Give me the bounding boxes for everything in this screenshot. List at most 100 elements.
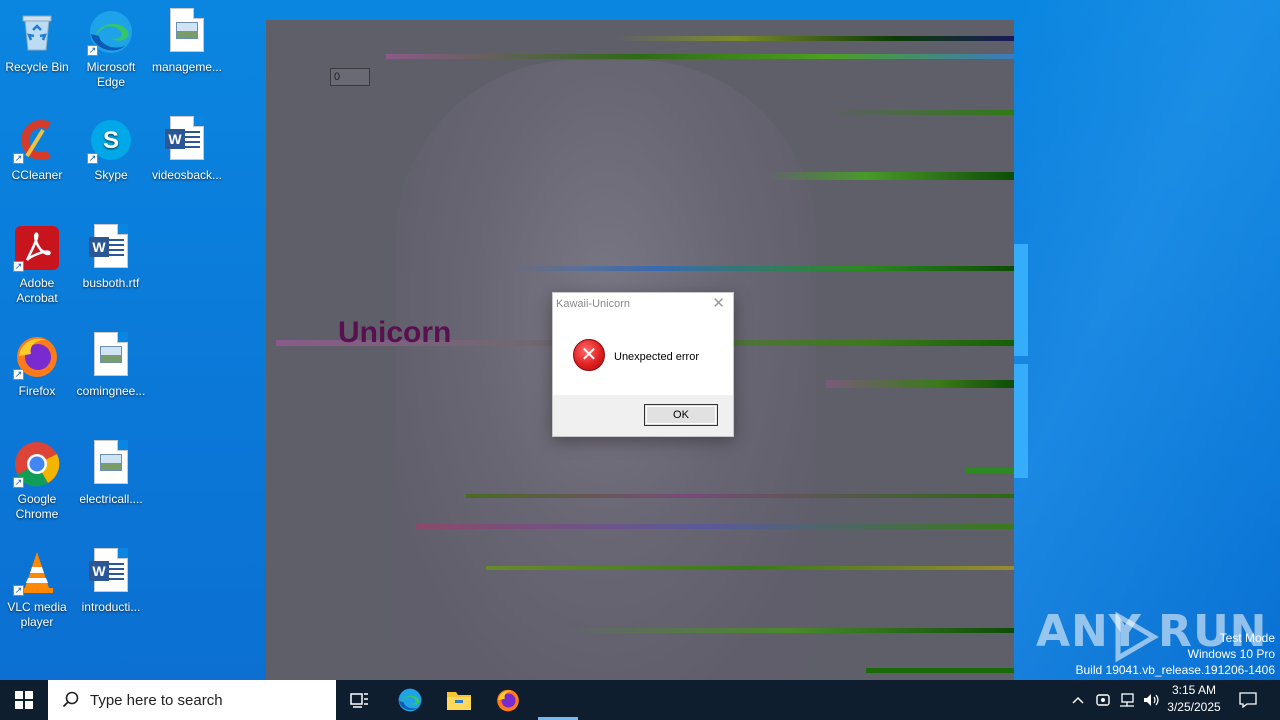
glitch-stripe <box>616 36 1014 41</box>
taskbar-firefox-button[interactable] <box>484 680 532 720</box>
shortcut-arrow-icon: ↗ <box>13 261 24 272</box>
desktop-icon-label: CCleaner <box>11 168 63 182</box>
system-info: Test Mode Windows 10 Pro Build 19041.vb_… <box>1076 630 1276 678</box>
desktop-icon-electricall[interactable]: electricall.... <box>73 440 149 507</box>
desktop-icon-firefox[interactable]: ↗ Firefox <box>0 332 75 399</box>
tray-security-button[interactable] <box>1092 680 1114 720</box>
desktop-icon-ccleaner[interactable]: ↗ CCleaner <box>0 116 75 183</box>
glitch-stripe <box>826 380 1014 388</box>
taskbar-search-box[interactable]: Type here to search <box>48 680 336 720</box>
glitch-stripe <box>566 628 1014 633</box>
app-title-text: Unicorn <box>338 316 452 349</box>
desktop-icon-label: Adobe Acrobat <box>16 276 58 305</box>
dialog-message: Unexpected error <box>614 351 699 363</box>
desktop-icon-microsoft-edge[interactable]: ↗ Microsoft Edge <box>73 8 149 90</box>
show-hidden-icons-button[interactable] <box>1066 680 1090 720</box>
start-button[interactable] <box>0 680 48 720</box>
glitch-stripe <box>506 266 1014 271</box>
vlc-cone-icon: ↗ <box>13 548 61 596</box>
notifications-button[interactable] <box>1232 680 1264 720</box>
desktop-icon-label: Skype <box>94 168 128 182</box>
build-label: Build 19041.vb_release.191206-1406 <box>1075 663 1276 677</box>
dialog-titlebar[interactable]: Kawaii-Unicorn ✕ <box>553 293 733 317</box>
dialog-title: Kawaii-Unicorn <box>556 298 630 310</box>
taskbar-file-explorer-button[interactable] <box>435 680 483 720</box>
google-chrome-icon: ↗ <box>13 440 61 488</box>
search-placeholder: Type here to search <box>90 691 223 709</box>
desktop-icon-adobe-acrobat[interactable]: ↗ Adobe Acrobat <box>0 224 75 306</box>
ok-button[interactable]: OK <box>644 404 718 426</box>
shortcut-arrow-icon: ↗ <box>13 369 24 380</box>
image-file-icon <box>87 332 135 380</box>
taskbar: Type here to search 3:15 AM 3/25/2025 <box>0 680 1280 720</box>
windows-edition-label: Windows 10 Pro <box>1187 647 1275 661</box>
word-document-icon: W <box>87 548 135 596</box>
desktop-icon-label: busboth.rtf <box>82 276 140 290</box>
desktop-icon-vlc[interactable]: ↗ VLC media player <box>0 548 75 630</box>
windows-logo-icon <box>15 691 33 709</box>
word-document-icon: W <box>87 224 135 272</box>
error-icon: ✕ <box>573 339 605 371</box>
shortcut-arrow-icon: ↗ <box>13 153 24 164</box>
folder-icon <box>447 692 471 710</box>
image-file-icon <box>87 440 135 488</box>
desktop-icon-label: videosback... <box>151 168 223 182</box>
glitch-stripe <box>386 54 1014 59</box>
firefox-icon <box>497 689 519 712</box>
desktop-icon-skype[interactable]: S ↗ Skype <box>73 116 149 183</box>
glitch-stripe <box>826 110 1014 115</box>
clock-date: 3/25/2025 <box>1167 700 1221 714</box>
desktop-icon-label: comingnee... <box>76 384 146 398</box>
glitch-stripe <box>966 468 1014 473</box>
glitch-stripe <box>466 494 1014 498</box>
speaker-icon <box>1144 694 1159 706</box>
tray-volume-button[interactable] <box>1140 680 1162 720</box>
desktop-icon-introducti[interactable]: W introducti... <box>73 548 149 615</box>
desktop-light-beam <box>1014 0 1280 680</box>
desktop-light-pane <box>1014 364 1028 478</box>
desktop-icon-label: Firefox <box>18 384 56 398</box>
tray-network-button[interactable] <box>1116 680 1138 720</box>
desktop-icon-google-chrome[interactable]: ↗ Google Chrome <box>0 440 75 522</box>
desktop-icon-label: introducti... <box>81 600 141 614</box>
glitch-stripe <box>416 524 1014 529</box>
image-file-icon <box>163 8 211 56</box>
desktop-icon-recycle-bin[interactable]: Recycle Bin <box>0 8 75 75</box>
error-dialog: Kawaii-Unicorn ✕ ✕ Unexpected error OK <box>552 292 734 437</box>
glitch-stripe <box>766 172 1014 180</box>
edge-icon <box>398 688 422 712</box>
taskbar-edge-button[interactable] <box>386 680 434 720</box>
desktop-icon-manageme[interactable]: manageme... <box>149 8 225 75</box>
desktop-icon-label: electricall.... <box>79 492 143 506</box>
app-counter-field[interactable]: 0 <box>330 68 370 86</box>
taskbar-clock[interactable]: 3:15 AM 3/25/2025 <box>1160 682 1228 716</box>
desktop-icon-label: Google Chrome <box>15 492 59 521</box>
desktop-icon-busboth[interactable]: W busboth.rtf <box>73 224 149 291</box>
edge-icon: ↗ <box>87 8 135 56</box>
desktop-icon-comingnee[interactable]: comingnee... <box>73 332 149 399</box>
task-view-icon <box>350 693 368 708</box>
glitch-stripe <box>486 566 1014 570</box>
skype-icon: S ↗ <box>87 116 135 164</box>
glitch-stripe <box>866 668 1014 673</box>
ccleaner-icon: ↗ <box>13 116 61 164</box>
svg-text:S: S <box>103 127 119 154</box>
desktop-icon-label: Microsoft Edge <box>86 60 136 89</box>
shortcut-arrow-icon: ↗ <box>87 153 98 164</box>
shortcut-arrow-icon: ↗ <box>13 477 24 488</box>
search-icon <box>62 691 79 708</box>
dialog-body: ✕ Unexpected error <box>553 317 733 397</box>
desktop-icon-videosback[interactable]: W videosback... <box>149 116 225 183</box>
desktop-icon-label: manageme... <box>151 60 223 74</box>
notification-center-icon <box>1239 692 1257 708</box>
desktop-icon-label: VLC media player <box>7 600 67 629</box>
desktop-light-pane <box>1014 244 1028 356</box>
word-document-icon: W <box>163 116 211 164</box>
shortcut-arrow-icon: ↗ <box>87 45 98 56</box>
network-icon <box>1120 693 1134 707</box>
desktop-icon-label: Recycle Bin <box>5 60 69 74</box>
task-view-button[interactable] <box>336 680 384 720</box>
test-mode-label: Test Mode <box>1219 631 1275 645</box>
close-icon[interactable]: ✕ <box>712 296 725 312</box>
shortcut-arrow-icon: ↗ <box>13 585 24 596</box>
